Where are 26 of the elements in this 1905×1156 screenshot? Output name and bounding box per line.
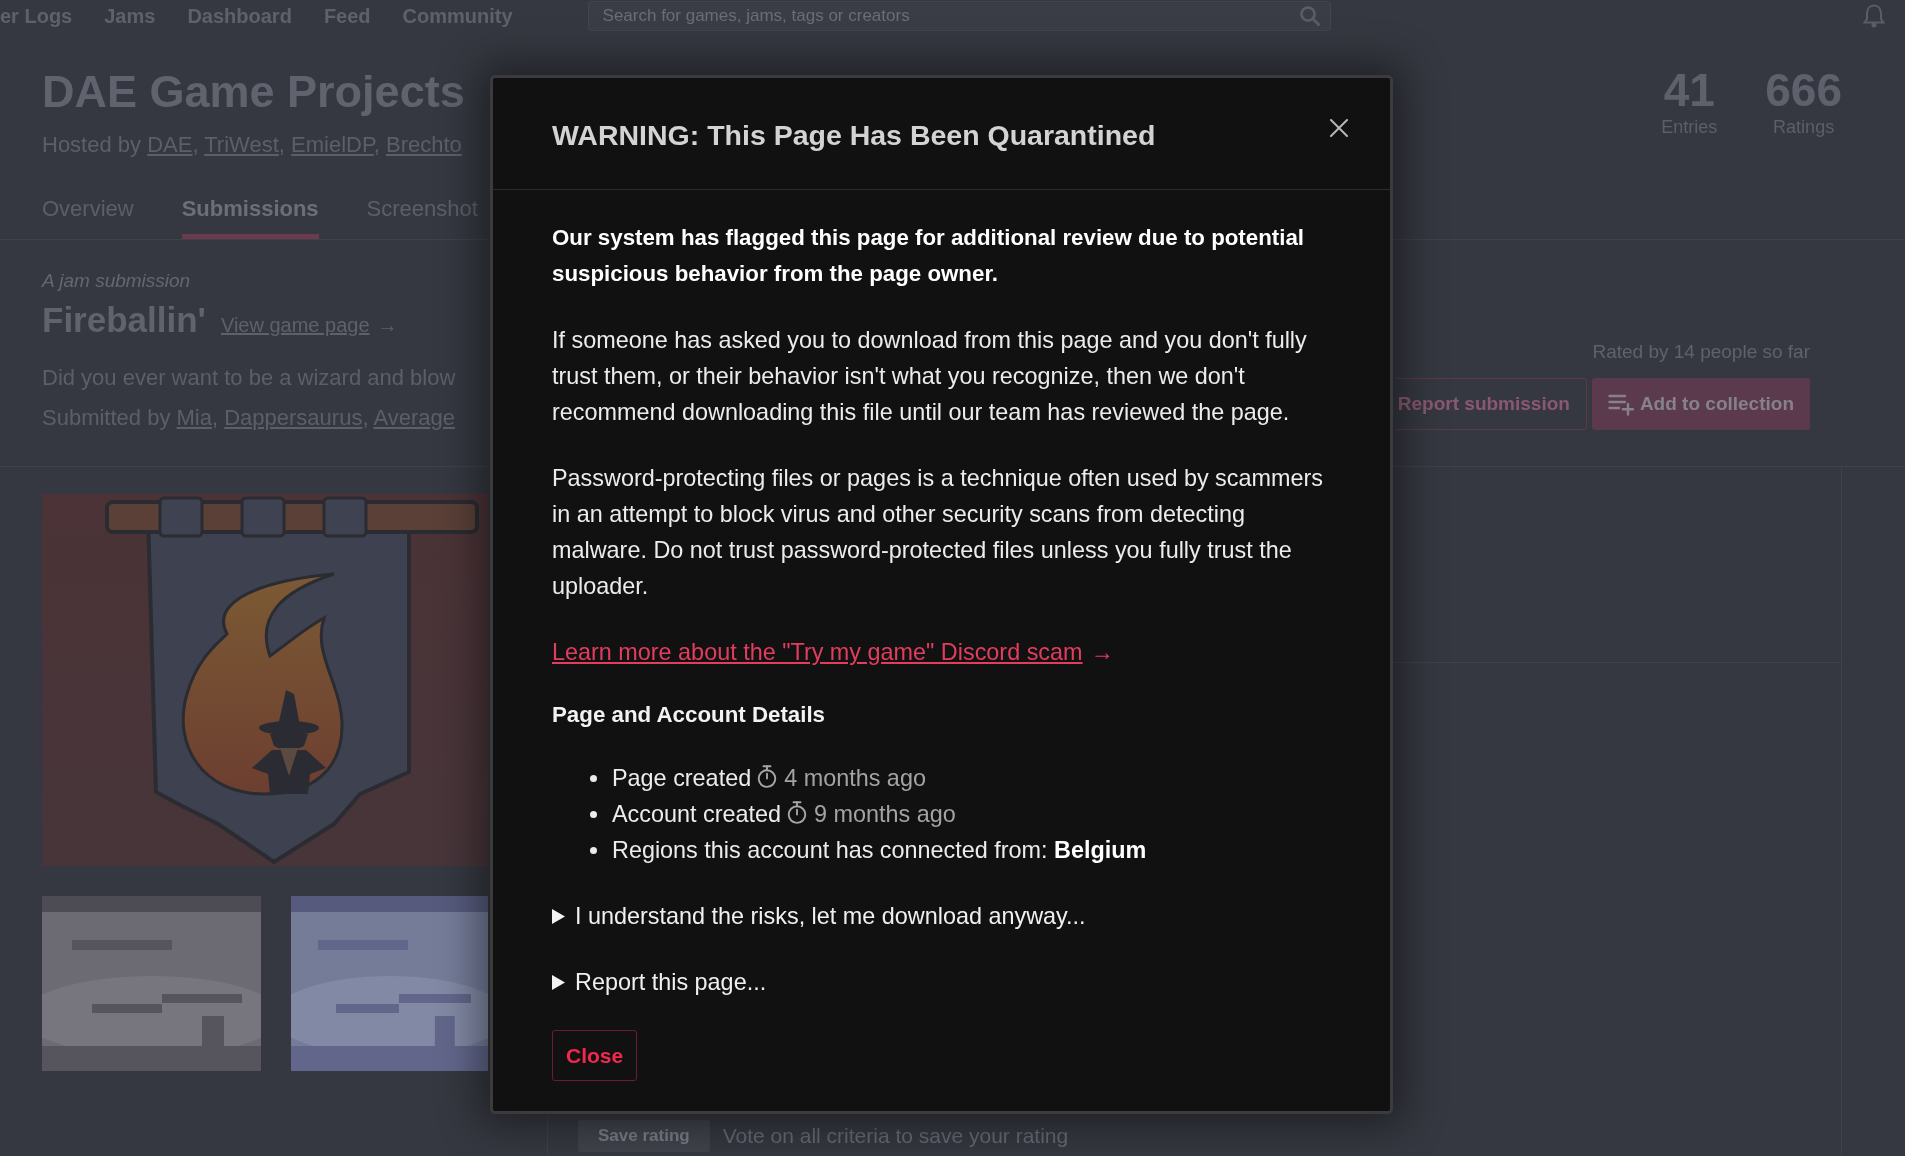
warning-text: If someone has asked you to download from this page and you don't fully trust them, or their behavior isn't what you recognize, then we don't recommend downloading this file until our team has reviewed the page.: [552, 326, 1308, 427]
playlist-add-icon: [1607, 392, 1634, 416]
scam-info-link[interactable]: Learn more about the "Try my game" Discord scam →: [552, 639, 1114, 665]
modal-title: WARNING: This Page Has Been Quarantined: [552, 118, 1156, 153]
detail-time: 4 months ago: [784, 764, 926, 793]
detail-label: Page created: [612, 764, 752, 793]
details-heading: Page and Account Details: [552, 701, 825, 729]
detail-time: 9 months ago: [814, 800, 956, 829]
bullet-icon: [590, 810, 597, 818]
collection-button[interactable]: Add to collection: [1591, 378, 1810, 430]
tab[interactable]: Submissions: [181, 194, 319, 239]
stopwatch-icon: [757, 765, 778, 788]
stopwatch-icon: [787, 801, 808, 824]
search-icon[interactable]: [1299, 6, 1320, 26]
report-button[interactable]: Report submission: [1395, 378, 1587, 430]
detail-label: Account created: [612, 800, 782, 829]
disclosure-toggle[interactable]: Report this page...: [552, 964, 767, 1000]
disclosure-toggle[interactable]: I understand the risks, let me download anyway...: [552, 898, 1086, 934]
bullet-icon: [590, 774, 597, 782]
detail-text: Regions this account has connected from: Belgium: [612, 836, 1147, 865]
bullet-icon: [590, 846, 597, 854]
warning-text: Password-protecting files or pages is a technique often used by scammers in an attempt to block virus and other security scans from detecting malware. Do not trust password-protected files unless you fully trust the uploader.: [552, 464, 1324, 601]
bell-icon[interactable]: [1863, 4, 1885, 28]
close-icon[interactable]: [1330, 119, 1348, 137]
close-dialog-button[interactable]: Close: [552, 1030, 638, 1081]
warning-lead-text: Our system has flagged this page for additional review due to potential suspicious behavior from the page owner.: [552, 224, 1306, 288]
